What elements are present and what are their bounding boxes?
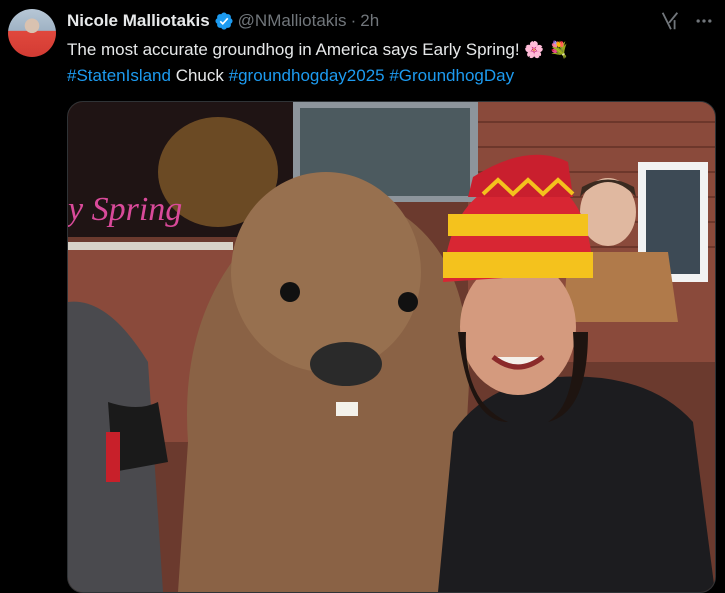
avatar[interactable] — [8, 9, 56, 57]
tweet-header: Nicole Malliotakis @NMalliotakis · 2h — [67, 10, 685, 32]
tweet-photo[interactable]: y Spring — [67, 101, 716, 593]
grok-icon[interactable] — [659, 10, 681, 32]
bouquet-emoji: 💐 — [549, 42, 569, 59]
hashtag-groundhog-day[interactable]: #GroundhogDay — [389, 66, 514, 85]
tweet-text-main: The most accurate groundhog in America s… — [67, 40, 520, 59]
timestamp[interactable]: 2h — [360, 11, 379, 31]
tweet-text: The most accurate groundhog in America s… — [67, 37, 705, 88]
hashtag-groundhogday2025[interactable]: #groundhogday2025 — [229, 66, 385, 85]
separator-dot: · — [350, 11, 357, 30]
sign-text: y Spring — [68, 191, 182, 228]
author-handle[interactable]: @NMalliotakis — [238, 11, 347, 31]
cherry-blossom-emoji: 🌸 — [524, 42, 545, 59]
tweet-text-chuck: Chuck — [175, 66, 224, 85]
hashtag-staten-island[interactable]: #StatenIsland — [67, 66, 171, 85]
more-options-icon[interactable] — [691, 8, 717, 34]
author-name[interactable]: Nicole Malliotakis — [67, 11, 210, 31]
verified-badge-icon[interactable] — [214, 11, 234, 31]
